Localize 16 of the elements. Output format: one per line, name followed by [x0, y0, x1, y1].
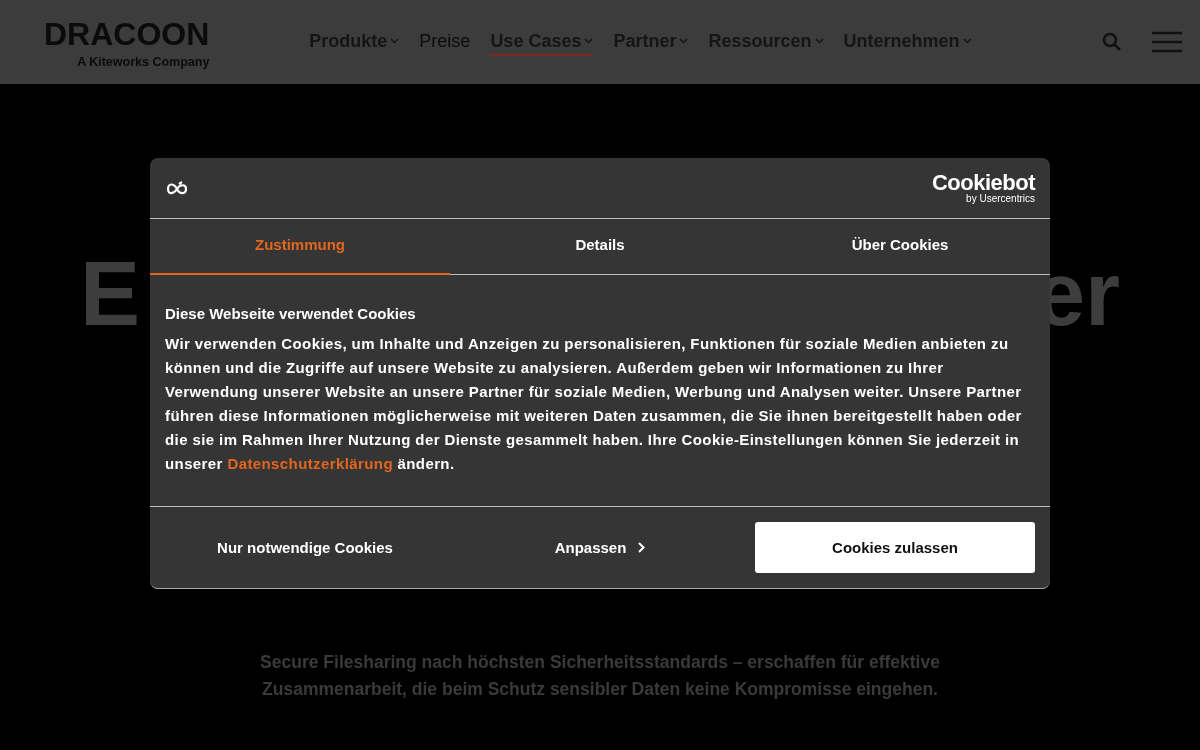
menu-icon[interactable] — [1152, 31, 1182, 53]
search-icon[interactable] — [1102, 32, 1122, 52]
dialog-tab[interactable]: Details — [450, 219, 750, 275]
customize-button[interactable]: Anpassen — [460, 522, 740, 573]
reject-button[interactable]: Nur notwendige Cookies — [165, 522, 445, 573]
privacy-link[interactable]: Datenschutzerklärung — [227, 455, 393, 472]
dialog-tab[interactable]: Zustimmung — [150, 219, 450, 275]
dialog-text: Wir verwenden Cookies, um Inhalte und Anzeigen zu personalisieren, Funktionen für soziale Medien anbieten zu können und die Zugriffe auf unsere Website zu analysieren. Außerdem geben wir Informationen zu Ihrer Verwendung unserer Website an unsere Partner für soziale Medien, Werbung und Analysen weiter. Unsere Partner führen diese Informationen möglicherweise mit weiteren Daten zusammen, die Sie ihnen bereitgestellt haben oder die sie im Rahmen Ihrer Nutzung der Dienste gesammelt haben. Ihre Cookie-Einstellungen können Sie jederzeit in unserer Datenschutzerklärung ändern. — [165, 334, 1023, 474]
chevron-right-icon — [638, 542, 646, 553]
hero-subtitle: Secure Filesharing nach höchsten Sicherheitsstandards – erschaffen für effektive Zusammenarbeit, die beim Schutz sensibler Daten keine Kompromisse eingehen. — [259, 651, 941, 701]
infinity-icon — [165, 181, 189, 195]
dialog-heading: Diese Webseite verwendet Cookies — [165, 305, 417, 322]
hero-heading: E — [80, 244, 141, 344]
cookiebot-logo: Cookiebot by Usercentrics — [931, 172, 1035, 204]
allow-button[interactable]: Cookies zulassen — [755, 522, 1035, 573]
dialog-tab[interactable]: Über Cookies — [750, 219, 1050, 275]
